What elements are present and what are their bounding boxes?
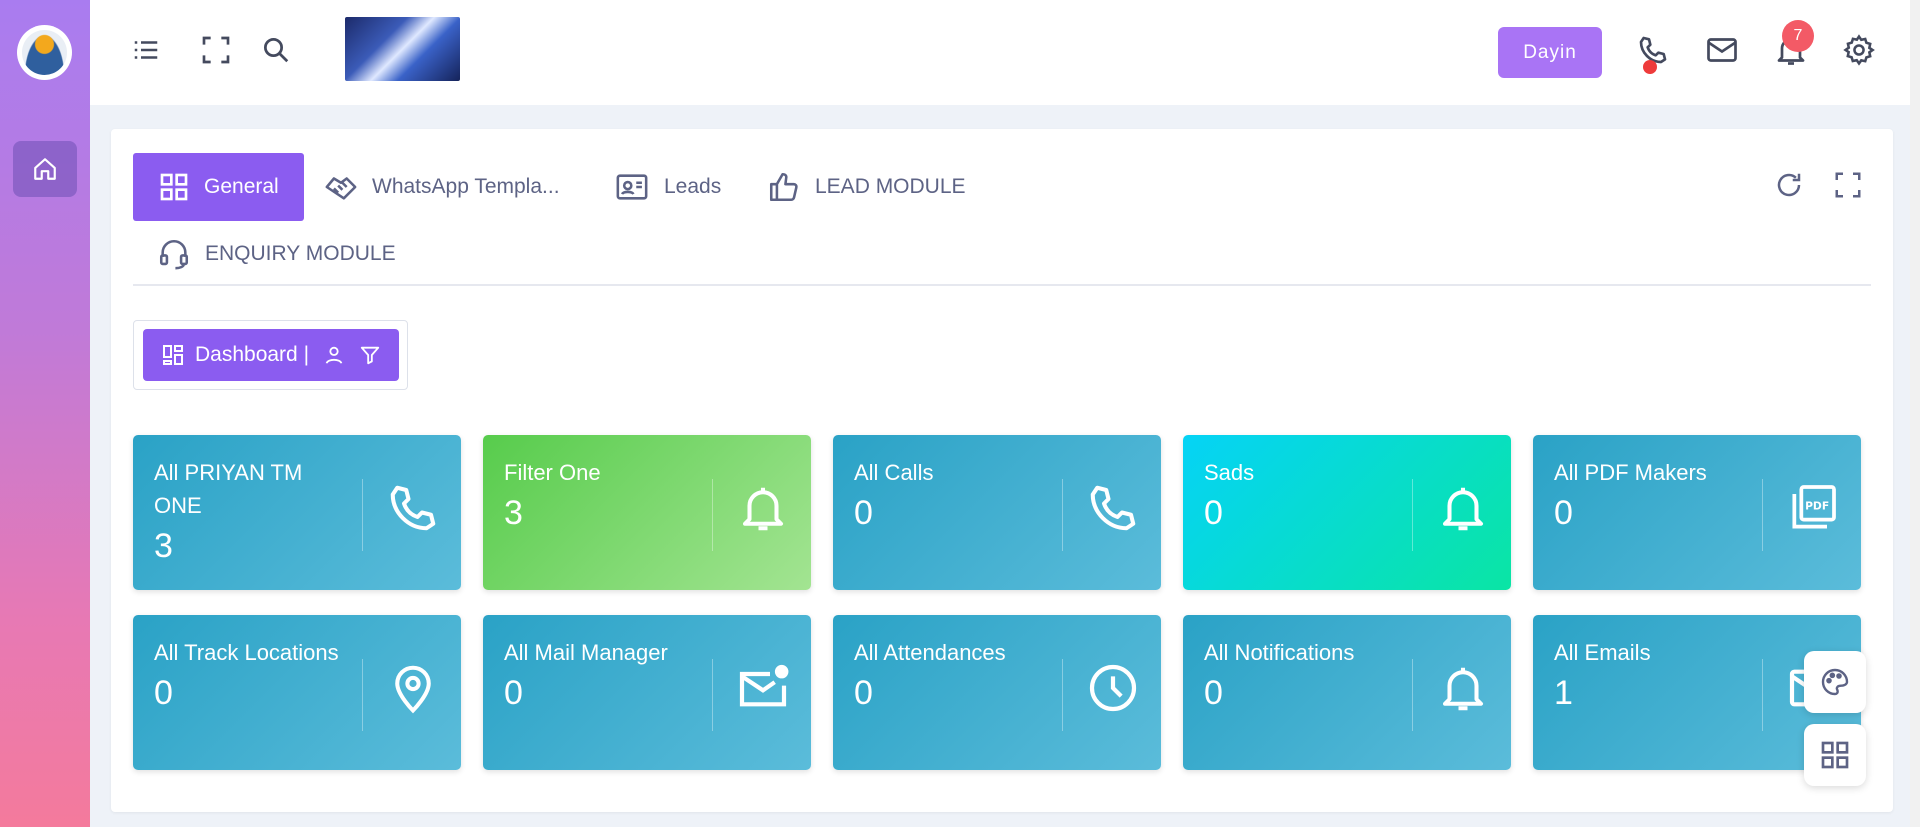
tile-divider (362, 479, 363, 551)
tile-value: 0 (1554, 494, 1573, 532)
tile-title: All Mail Manager (504, 640, 668, 665)
tile-value: 1 (1554, 674, 1573, 712)
headset-icon (159, 240, 189, 270)
tile-value: 0 (1204, 494, 1223, 532)
location-pin-icon (383, 658, 443, 718)
tab-lead-module[interactable]: LEAD MODULE (767, 170, 966, 204)
grid-icon (160, 173, 188, 201)
clock-icon (1083, 658, 1143, 718)
handshake-icon (325, 177, 357, 200)
fullscreen-icon[interactable] (196, 30, 236, 70)
search-icon[interactable] (256, 30, 296, 70)
dashboard-label: Dashboard | (195, 343, 310, 366)
mail-icon[interactable] (1702, 30, 1742, 70)
apps-grid-icon (1821, 741, 1849, 769)
stat-tile[interactable]: Filter One 3 (483, 435, 811, 590)
tab-label: ENQUIRY MODULE (205, 242, 396, 265)
user-avatar-image (22, 30, 67, 75)
apps-grid-button[interactable] (1804, 724, 1866, 786)
banner-thumbnail (345, 17, 460, 81)
tile-divider (1762, 479, 1763, 551)
theme-palette-button[interactable] (1804, 651, 1866, 713)
tile-title: All PDF Makers (1554, 460, 1707, 485)
phone-icon (1083, 478, 1143, 538)
topbar: Dayin 7 (90, 0, 1910, 105)
tile-value: 0 (854, 494, 873, 532)
phone-icon (383, 478, 443, 538)
page-scrollbar[interactable] (1910, 0, 1920, 827)
tile-title: All Attendances (854, 640, 1006, 665)
avatar[interactable] (17, 25, 72, 80)
user-button[interactable]: Dayin (1498, 27, 1602, 78)
tile-divider (712, 479, 713, 551)
svg-text:PDF: PDF (1805, 499, 1829, 512)
tabs-divider (133, 284, 1871, 286)
user-icon[interactable] (323, 344, 345, 366)
tile-divider (1062, 479, 1063, 551)
tile-title: Sads (1204, 460, 1255, 485)
tile-value: 3 (504, 494, 523, 532)
notification-badge: 7 (1782, 20, 1814, 52)
contact-card-icon (616, 174, 648, 200)
tile-divider (1412, 479, 1413, 551)
tab-label: LEAD MODULE (815, 175, 966, 198)
tile-title: All Track Locations (154, 640, 339, 665)
tile-title: Filter One (504, 460, 601, 485)
tab-enquiry-module[interactable]: ENQUIRY MODULE (157, 237, 396, 271)
tab-whatsapp-templates[interactable]: WhatsApp Templa... (324, 170, 560, 204)
tab-label: Leads (664, 175, 722, 198)
dashboard-icon (163, 345, 183, 365)
refresh-icon[interactable] (1771, 167, 1807, 203)
dashboard-button[interactable]: Dashboard | (143, 329, 399, 381)
filter-icon[interactable] (359, 344, 381, 366)
tile-value: 0 (854, 674, 873, 712)
tab-leads[interactable]: Leads (614, 170, 721, 204)
pdf-icon: PDF (1783, 478, 1843, 538)
stat-tile[interactable]: All PDF Makers 0 PDF (1533, 435, 1861, 590)
stat-tile[interactable]: All Track Locations 0 (133, 615, 461, 770)
bell-icon (1433, 658, 1493, 718)
tab-label: WhatsApp Templa... (372, 175, 560, 198)
stat-tile[interactable]: All Notifications 0 (1183, 615, 1511, 770)
menu-list-icon[interactable] (126, 30, 166, 70)
call-status-dot (1643, 60, 1657, 74)
tile-value: 0 (504, 674, 523, 712)
tile-divider (1062, 659, 1063, 731)
stat-tile[interactable]: Sads 0 (1183, 435, 1511, 590)
tile-divider (712, 659, 713, 731)
palette-icon (1821, 668, 1849, 696)
settings-gear-icon[interactable] (1839, 30, 1879, 70)
main-card: General WhatsApp Templa... Leads LEAD MO… (111, 129, 1893, 812)
tile-title: All Calls (854, 460, 934, 485)
stat-tile[interactable]: All PRIYAN TM ONE 3 (133, 435, 461, 590)
tile-value: 0 (154, 674, 173, 712)
mail-icon (733, 658, 793, 718)
tab-label: General (204, 175, 279, 198)
sidebar-item-home[interactable] (13, 141, 77, 197)
bell-icon (733, 478, 793, 538)
tile-title: All Emails (1554, 640, 1651, 665)
tile-title: All PRIYAN TM ONE (154, 460, 303, 518)
sidebar (0, 0, 90, 827)
home-icon (34, 158, 56, 180)
thumbs-up-icon (769, 172, 798, 202)
bell-icon (1433, 478, 1493, 538)
tile-title: All Notifications (1204, 640, 1355, 665)
tile-divider (362, 659, 363, 731)
tile-value: 3 (154, 527, 173, 565)
stat-tile[interactable]: All Attendances 0 (833, 615, 1161, 770)
expand-icon[interactable] (1830, 167, 1866, 203)
tile-divider (1762, 659, 1763, 731)
tile-divider (1412, 659, 1413, 731)
stat-tile[interactable]: All Calls 0 (833, 435, 1161, 590)
stat-tile[interactable]: All Mail Manager 0 (483, 615, 811, 770)
tile-value: 0 (1204, 674, 1223, 712)
dashboard-toolbar: Dashboard | (133, 320, 408, 390)
tab-general[interactable]: General (133, 153, 304, 221)
